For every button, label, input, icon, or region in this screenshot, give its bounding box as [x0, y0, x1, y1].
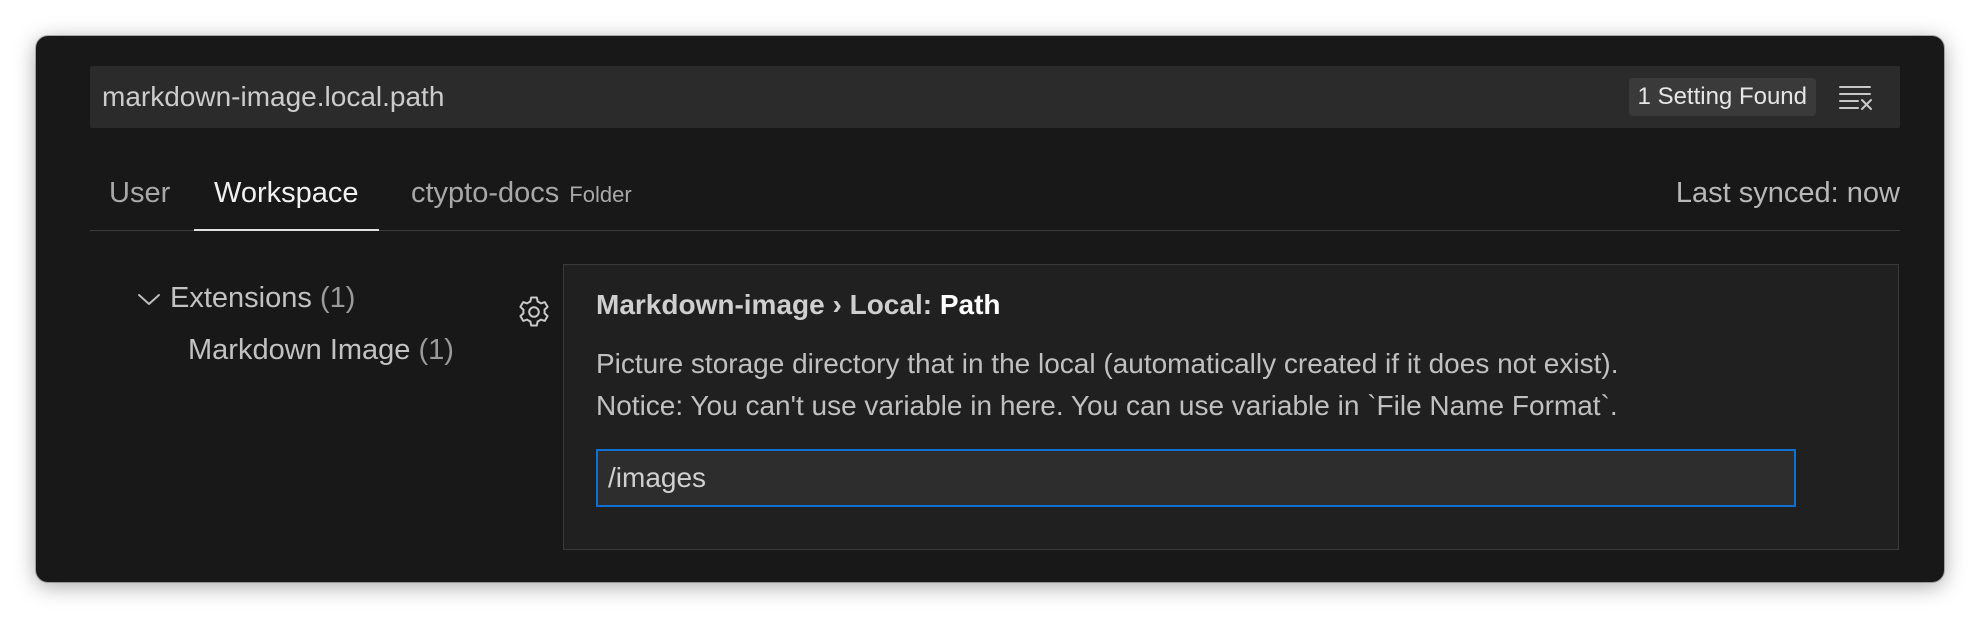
- settings-search-bar: 1 Setting Found: [90, 66, 1900, 128]
- search-result-count-badge: 1 Setting Found: [1628, 78, 1816, 116]
- setting-title-prefix: Markdown-image › Local:: [596, 289, 940, 320]
- toc-item-extensions-count: (1): [319, 282, 356, 314]
- last-synced-status: Last synced: now: [1675, 177, 1900, 209]
- settings-scope-tabs: User Workspace ctypto-docs Folder Last sy…: [90, 156, 1900, 231]
- chevron-down-icon: [136, 290, 170, 308]
- toc-item-markdown-image-count: (1): [418, 334, 454, 366]
- tab-user-label: User: [109, 177, 171, 209]
- settings-search-input[interactable]: [102, 66, 1502, 128]
- setting-description-line-2: Notice: You can't use variable in here. …: [596, 390, 1618, 421]
- tab-workspace-label: Workspace: [214, 177, 359, 209]
- tab-user[interactable]: User: [109, 156, 170, 230]
- gear-icon[interactable]: [516, 294, 552, 330]
- toc-item-extensions-label: Extensions: [170, 282, 312, 314]
- tab-folder[interactable]: ctypto-docs Folder: [411, 156, 632, 230]
- setting-description-line-1: Picture storage directory that in the lo…: [596, 348, 1619, 379]
- clear-filter-icon[interactable]: [1838, 83, 1874, 111]
- setting-title-name: Path: [939, 289, 1001, 320]
- tab-folder-hint: Folder: [569, 182, 632, 207]
- setting-description: Picture storage directory that in the lo…: [596, 343, 1876, 427]
- settings-table-of-contents: Extensions (1) Markdown Image (1): [136, 272, 516, 376]
- tab-folder-label: ctypto-docs: [411, 177, 560, 209]
- local-path-input[interactable]: [596, 449, 1796, 507]
- toc-item-extensions[interactable]: Extensions (1): [136, 272, 516, 324]
- toc-item-markdown-image-label: Markdown Image: [188, 334, 411, 366]
- settings-window: 1 Setting Found User Workspace ctypto-do…: [36, 36, 1944, 582]
- setting-item-local-path: Markdown-image › Local: Path Picture sto…: [563, 264, 1899, 550]
- toc-item-markdown-image[interactable]: Markdown Image (1): [136, 324, 516, 376]
- setting-title: Markdown-image › Local: Path: [596, 289, 1001, 321]
- tab-workspace[interactable]: Workspace: [194, 156, 379, 231]
